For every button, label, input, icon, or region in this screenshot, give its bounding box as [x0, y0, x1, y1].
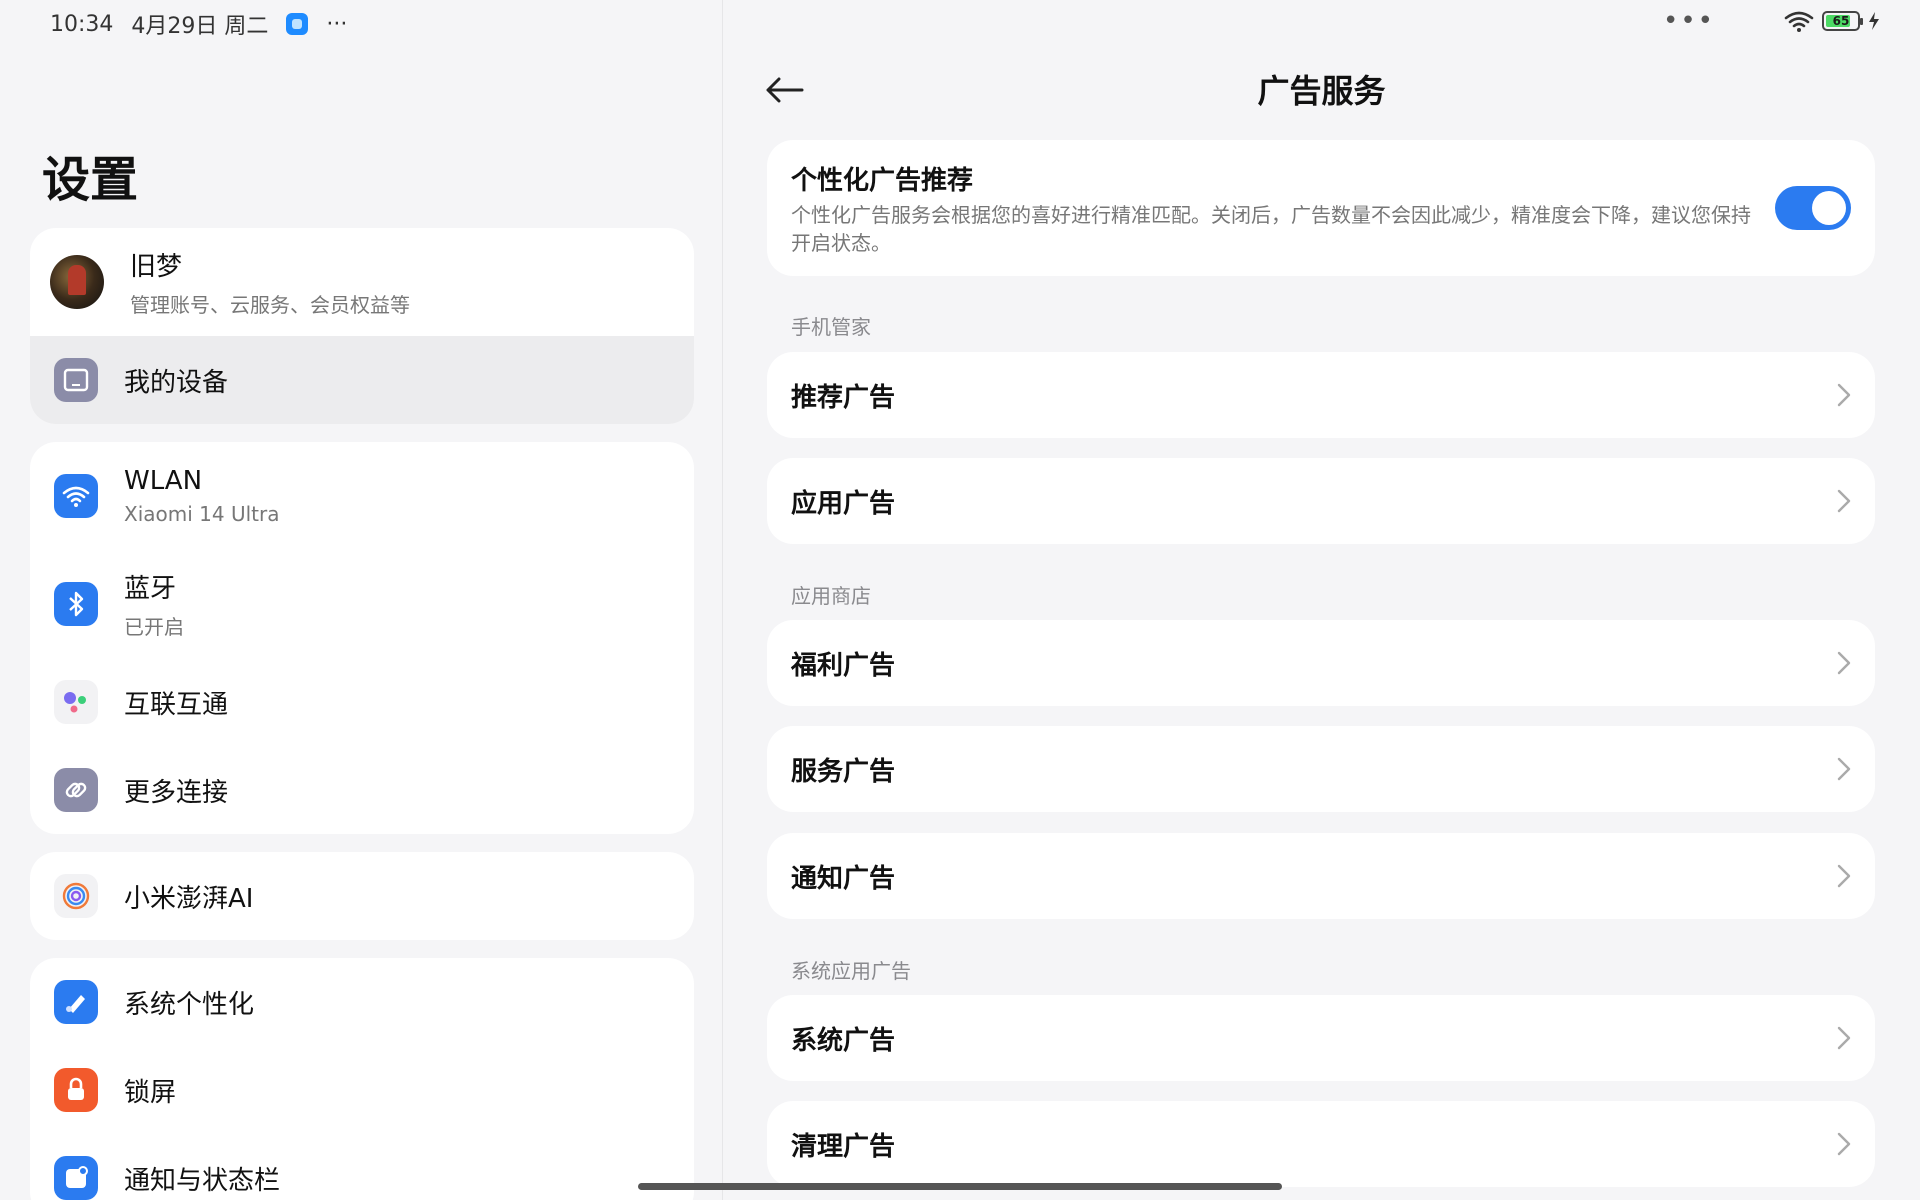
personalized-ads-card: 个性化广告推荐 个性化广告服务会根据您的喜好进行精准匹配。关闭后，广告数量不会因… — [767, 140, 1875, 276]
personalized-ads-toggle[interactable] — [1775, 186, 1851, 230]
page-title: 广告服务 — [1257, 72, 1386, 110]
battery-icon: 65 — [1822, 11, 1863, 31]
link-icon — [54, 768, 98, 812]
cleanup-ads-item[interactable]: 清理广告 — [767, 1101, 1875, 1187]
settings-panel: 10:34 4月29日 周二 ··· 设置 旧梦 管理账号、云服务、会员权益等 … — [0, 0, 722, 1200]
bluetooth-row[interactable]: 蓝牙 已开启 — [30, 550, 694, 658]
more-connections-label: 更多连接 — [124, 777, 229, 808]
notifications-label: 通知与状态栏 — [124, 1165, 281, 1196]
my-device-label: 我的设备 — [124, 367, 229, 398]
home-indicator[interactable] — [638, 1183, 1282, 1190]
section-app-store: 应用商店 — [791, 584, 871, 608]
system-ads-item[interactable]: 系统广告 — [767, 995, 1875, 1081]
app-ads-label: 应用广告 — [791, 488, 896, 519]
status-bar-right: 65 — [1784, 10, 1880, 32]
tablet-icon — [54, 358, 98, 402]
notification-icon — [54, 1156, 98, 1200]
welfare-ads-item[interactable]: 福利广告 — [767, 620, 1875, 706]
status-date: 4月29日 周二 — [131, 14, 269, 39]
ai-card: 小米澎湃AI — [30, 852, 694, 940]
notifications-row[interactable]: 通知与状态栏 — [30, 1134, 694, 1200]
welfare-ads-label: 福利广告 — [791, 650, 896, 681]
chevron-right-icon — [1837, 1026, 1851, 1050]
chevron-right-icon — [1837, 757, 1851, 781]
wifi-icon — [54, 474, 98, 518]
personalization-row[interactable]: 系统个性化 — [30, 958, 694, 1046]
charging-icon — [1869, 12, 1879, 30]
more-connections-row[interactable]: 更多连接 — [30, 746, 694, 834]
wlan-label: WLAN — [124, 466, 203, 496]
section-phone-manager: 手机管家 — [791, 315, 871, 339]
notification-ads-item[interactable]: 通知广告 — [767, 833, 1875, 919]
system-ads-label: 系统广告 — [791, 1025, 896, 1056]
wlan-subtitle: Xiaomi 14 Ultra — [124, 502, 280, 526]
account-name: 旧梦 — [130, 252, 183, 282]
notification-ads-label: 通知广告 — [791, 863, 896, 894]
bluetooth-label: 蓝牙 — [124, 574, 177, 604]
app-ads-item[interactable]: 应用广告 — [767, 458, 1875, 544]
brush-icon — [54, 980, 98, 1024]
bluetooth-icon — [54, 582, 98, 626]
account-card: 旧梦 管理账号、云服务、会员权益等 我的设备 — [30, 228, 694, 424]
lock-icon — [54, 1068, 98, 1112]
status-time: 10:34 — [50, 11, 114, 37]
battery-level: 65 — [1832, 14, 1850, 28]
service-ads-label: 服务广告 — [791, 756, 896, 787]
app-notification-icon — [286, 13, 309, 35]
settings-title: 设置 — [42, 152, 139, 208]
personalization-label: 系统个性化 — [124, 989, 255, 1020]
ad-services-panel: ••• 65 广告服务 个性化广告推荐 个性化广告服务会根据您的喜好进行精准匹配… — [723, 0, 1920, 1200]
personalized-ads-description: 个性化广告服务会根据您的喜好进行精准匹配。关闭后，广告数量不会因此减少，精准度会… — [791, 202, 1751, 255]
toggle-knob — [1812, 191, 1846, 225]
recommended-ads-label: 推荐广告 — [791, 382, 896, 413]
recommended-ads-item[interactable]: 推荐广告 — [767, 352, 1875, 438]
status-bar-left: 10:34 4月29日 周二 ··· — [50, 8, 347, 40]
my-device-row[interactable]: 我的设备 — [30, 336, 694, 424]
lock-screen-row[interactable]: 锁屏 — [30, 1046, 694, 1134]
avatar — [50, 255, 104, 309]
wlan-row[interactable]: WLAN Xiaomi 14 Ultra — [30, 442, 694, 550]
chevron-right-icon — [1837, 489, 1851, 513]
account-subtitle: 管理账号、云服务、会员权益等 — [130, 293, 410, 317]
bluetooth-subtitle: 已开启 — [124, 615, 184, 639]
interconnect-row[interactable]: 互联互通 — [30, 658, 694, 746]
section-system-apps: 系统应用广告 — [791, 959, 911, 983]
personalization-card: 系统个性化 锁屏 通知与状态栏 — [30, 958, 694, 1200]
ai-swirl-icon — [54, 874, 98, 918]
account-row[interactable]: 旧梦 管理账号、云服务、会员权益等 — [30, 228, 694, 336]
status-overflow: ··· — [326, 11, 348, 37]
chevron-right-icon — [1837, 651, 1851, 675]
cleanup-ads-label: 清理广告 — [791, 1131, 896, 1162]
wifi-status-icon — [1784, 11, 1814, 32]
connectivity-card: WLAN Xiaomi 14 Ultra 蓝牙 已开启 互联互通 更多连接 — [30, 442, 694, 834]
screen: 10:34 4月29日 周二 ··· 设置 旧梦 管理账号、云服务、会员权益等 … — [0, 0, 1920, 1200]
chevron-right-icon — [1837, 383, 1851, 407]
xiaomi-ai-label: 小米澎湃AI — [124, 883, 254, 914]
service-ads-item[interactable]: 服务广告 — [767, 726, 1875, 812]
interconnect-label: 互联互通 — [124, 689, 229, 720]
chevron-right-icon — [1837, 864, 1851, 888]
lock-screen-label: 锁屏 — [124, 1077, 177, 1108]
multitask-dots[interactable]: ••• — [1663, 6, 1715, 36]
chevron-right-icon — [1837, 1132, 1851, 1156]
interconnect-icon — [54, 680, 98, 724]
xiaomi-ai-row[interactable]: 小米澎湃AI — [30, 852, 694, 940]
personalized-ads-title: 个性化广告推荐 — [791, 165, 974, 196]
